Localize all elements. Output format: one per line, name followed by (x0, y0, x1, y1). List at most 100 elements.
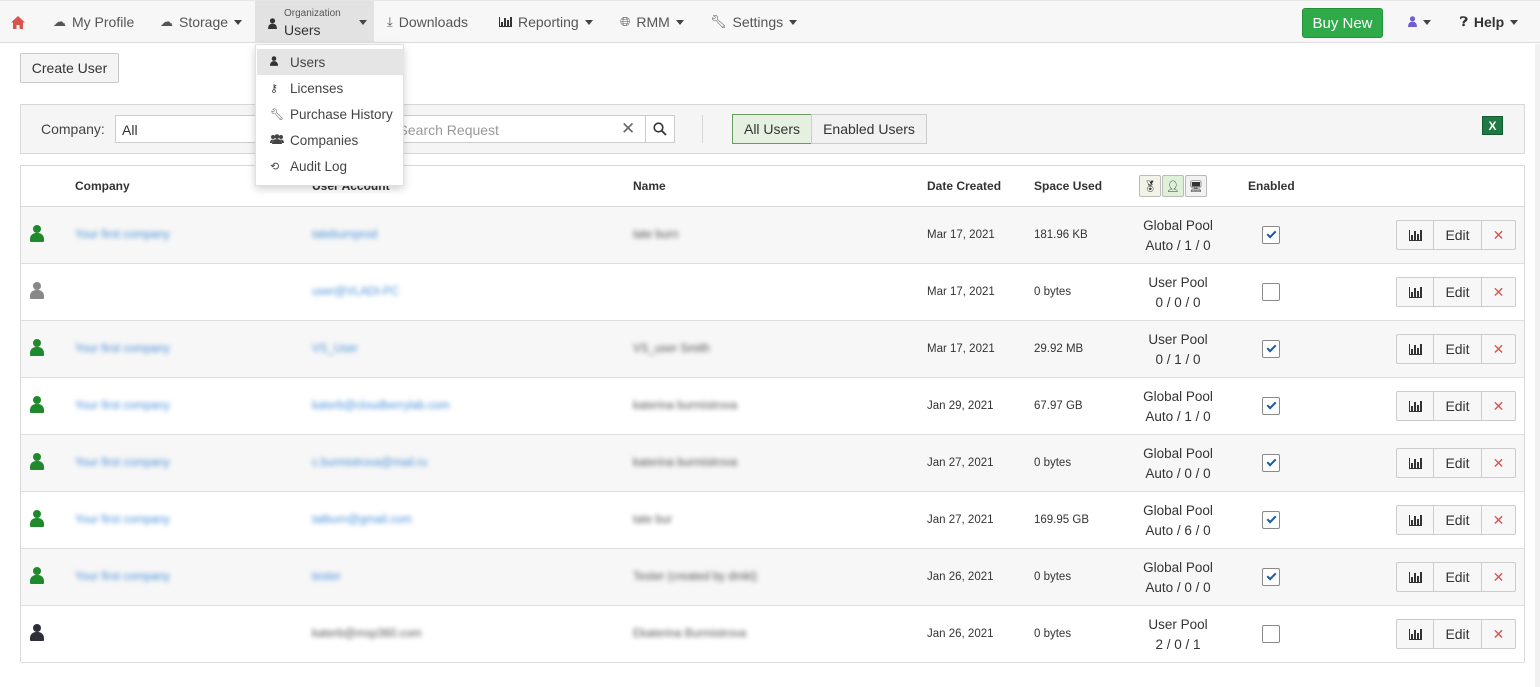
dropdown-item-licenses[interactable]: ⚷ Licenses (257, 75, 404, 101)
users-table: Company User Account Name Date Created S… (20, 165, 1525, 663)
bar-chart-icon (1408, 286, 1422, 298)
dropdown-item-audit-log[interactable]: ⟲ Audit Log (257, 153, 404, 179)
delete-icon[interactable]: ✕ (1482, 220, 1516, 250)
pool-counts: Auto / 1 / 0 (1145, 238, 1211, 253)
enabled-checkbox[interactable] (1262, 454, 1280, 472)
dropdown-item-users[interactable]: Users (257, 49, 404, 75)
column-header-name[interactable]: Name (633, 179, 666, 193)
edit-button[interactable]: Edit (1434, 562, 1482, 592)
company-link[interactable]: Your first company (75, 400, 170, 412)
dropdown-item-label: Licenses (290, 80, 344, 96)
table-row[interactable]: Your first company c.burmistrova@mail.ru… (21, 435, 1524, 492)
statistics-button[interactable] (1396, 334, 1434, 364)
chevron-down-icon (359, 20, 367, 25)
user-account-link[interactable]: tateburnprod (312, 229, 377, 241)
table-row[interactable]: katerb@msp360.com Ekaterina Burmistrova … (21, 606, 1524, 663)
pool-info: Global Pool Auto / 0 / 0 (1126, 444, 1230, 484)
column-header-company[interactable]: Company (75, 179, 130, 193)
filter-bar: Company: All r Search Request ✕ All User… (20, 104, 1525, 154)
company-link[interactable]: Your first company (75, 229, 170, 241)
user-account-link[interactable]: tatburn@gmail.com (312, 514, 412, 526)
nav-rmm[interactable]: 🌐︎ RMM (620, 1, 684, 43)
statistics-button[interactable] (1396, 505, 1434, 535)
excel-export-icon[interactable]: X (1482, 116, 1503, 135)
check-icon (1266, 513, 1276, 524)
company-link[interactable]: Your first company (75, 457, 170, 469)
user-pool-icon: 👤︎ (1162, 175, 1184, 197)
row-actions: Edit ✕ (1396, 562, 1516, 592)
column-header-enabled[interactable]: Enabled (1248, 179, 1295, 193)
create-user-button[interactable]: Create User (20, 53, 119, 83)
table-row[interactable]: user@VLADI-PC Mar 17, 2021 0 bytes User … (21, 264, 1524, 321)
edit-button[interactable]: Edit (1434, 391, 1482, 421)
statistics-button[interactable] (1396, 562, 1434, 592)
edit-button[interactable]: Edit (1434, 448, 1482, 478)
clear-search-icon[interactable]: ✕ (621, 119, 635, 139)
statistics-button[interactable] (1396, 220, 1434, 250)
statistics-button[interactable] (1396, 277, 1434, 307)
nav-downloads[interactable]: ⤓ Downloads (387, 1, 468, 43)
column-header-space-used[interactable]: Space Used (1034, 179, 1102, 193)
statistics-button[interactable] (1396, 391, 1434, 421)
user-account-link[interactable]: tester (312, 571, 341, 583)
user-account-link[interactable]: VS_User (312, 343, 358, 355)
page-scrollbar[interactable] (1535, 44, 1540, 687)
bar-chart-icon (1408, 343, 1422, 355)
all-users-toggle[interactable]: All Users (732, 114, 812, 144)
enabled-checkbox[interactable] (1262, 340, 1280, 358)
edit-button[interactable]: Edit (1434, 505, 1482, 535)
search-input[interactable]: r Search Request (381, 115, 645, 143)
statistics-button[interactable] (1396, 448, 1434, 478)
dropdown-item-label: Companies (290, 132, 359, 148)
company-link[interactable]: Your first company (75, 571, 170, 583)
nav-my-profile[interactable]: ☁ My Profile (53, 1, 134, 43)
delete-icon[interactable]: ✕ (1482, 505, 1516, 535)
enabled-checkbox[interactable] (1262, 283, 1280, 301)
table-row[interactable]: Your first company tatburn@gmail.com tat… (21, 492, 1524, 549)
table-row[interactable]: Your first company VS_User VS_user Smith… (21, 321, 1524, 378)
nav-storage[interactable]: ☁ Storage (160, 1, 243, 43)
edit-button[interactable]: Edit (1434, 220, 1482, 250)
table-row[interactable]: Your first company tester Tester (create… (21, 549, 1524, 606)
user-account-link[interactable]: c.burmistrova@mail.ru (312, 457, 427, 469)
nav-user-menu[interactable] (1408, 1, 1431, 43)
delete-icon[interactable]: ✕ (1482, 277, 1516, 307)
nav-help[interactable]: ❓︎ Help (1460, 1, 1519, 43)
enabled-checkbox[interactable] (1262, 397, 1280, 415)
search-button[interactable] (645, 115, 675, 143)
company-link[interactable]: Your first company (75, 514, 170, 526)
table-row[interactable]: Your first company tateburnprod tate bur… (21, 207, 1524, 264)
company-link[interactable]: Your first company (75, 343, 170, 355)
nav-help-label: Help (1473, 14, 1505, 30)
edit-button[interactable]: Edit (1434, 619, 1482, 649)
user-account-link[interactable]: katerb@cloudberrylab.com (312, 400, 450, 412)
edit-button[interactable]: Edit (1434, 334, 1482, 364)
dropdown-item-companies[interactable]: Companies (257, 127, 404, 153)
buy-new-button[interactable]: Buy New (1302, 8, 1383, 38)
edit-button[interactable]: Edit (1434, 277, 1482, 307)
nav-organization[interactable]: Organization Users (255, 1, 374, 43)
pool-type: Global Pool (1143, 560, 1213, 575)
delete-icon[interactable]: ✕ (1482, 619, 1516, 649)
home-icon[interactable] (10, 1, 26, 43)
computer-icon: 🖥︎ (1185, 175, 1207, 197)
enabled-users-toggle[interactable]: Enabled Users (811, 114, 927, 144)
row-actions: Edit ✕ (1396, 505, 1516, 535)
statistics-button[interactable] (1396, 619, 1434, 649)
user-account-link[interactable]: user@VLADI-PC (312, 286, 399, 298)
nav-settings[interactable]: 🔧︎ Settings (710, 1, 798, 43)
enabled-checkbox[interactable] (1262, 226, 1280, 244)
enabled-checkbox[interactable] (1262, 568, 1280, 586)
enabled-checkbox[interactable] (1262, 511, 1280, 529)
delete-icon[interactable]: ✕ (1482, 334, 1516, 364)
enabled-checkbox[interactable] (1262, 625, 1280, 643)
table-row[interactable]: Your first company katerb@cloudberrylab.… (21, 378, 1524, 435)
delete-icon[interactable]: ✕ (1482, 562, 1516, 592)
delete-icon[interactable]: ✕ (1482, 448, 1516, 478)
user-account-link[interactable]: katerb@msp360.com (312, 628, 421, 640)
column-header-date-created[interactable]: Date Created (927, 179, 1001, 193)
delete-icon[interactable]: ✕ (1482, 391, 1516, 421)
chevron-down-icon (234, 19, 243, 25)
nav-reporting[interactable]: Reporting (499, 1, 593, 43)
dropdown-item-purchase-history[interactable]: 🔧︎ Purchase History (257, 101, 404, 127)
